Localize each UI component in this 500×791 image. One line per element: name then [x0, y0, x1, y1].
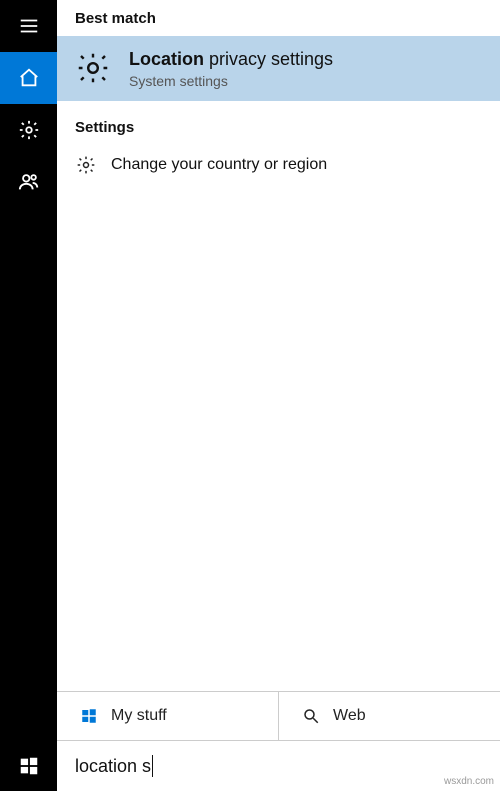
search-input-row[interactable]: location s	[57, 741, 500, 791]
people-icon	[18, 171, 40, 193]
settings-result-item[interactable]: Change your country or region	[57, 146, 500, 184]
gear-icon	[18, 119, 40, 141]
hamburger-icon	[18, 15, 40, 37]
nav-home[interactable]	[0, 52, 57, 104]
best-match-result[interactable]: Location privacy settings System setting…	[57, 36, 500, 101]
gear-icon	[75, 50, 111, 86]
nav-hamburger[interactable]	[0, 0, 57, 52]
search-scope-row: My stuff Web	[57, 691, 500, 741]
settings-result-label: Change your country or region	[111, 156, 327, 174]
search-results-panel: Best match Location privacy settings Sys…	[57, 0, 500, 791]
start-button[interactable]	[0, 741, 57, 791]
windows-icon	[79, 706, 99, 726]
search-icon	[301, 706, 321, 726]
settings-section-header: Settings	[57, 105, 500, 146]
nav-sidebar	[0, 0, 57, 791]
watermark-text: wsxdn.com	[444, 776, 494, 787]
text-caret	[152, 755, 153, 777]
home-icon	[18, 67, 40, 89]
scope-web-label: Web	[333, 707, 366, 725]
gear-icon	[75, 154, 97, 176]
scope-my-stuff-button[interactable]: My stuff	[57, 692, 278, 740]
nav-settings[interactable]	[0, 104, 57, 156]
best-match-header: Best match	[57, 0, 500, 36]
search-input-text: location s	[75, 756, 151, 777]
nav-people[interactable]	[0, 156, 57, 208]
best-match-subtitle: System settings	[129, 73, 333, 89]
best-match-title: Location privacy settings	[129, 48, 333, 71]
windows-icon	[18, 755, 40, 777]
scope-my-stuff-label: My stuff	[111, 707, 167, 725]
scope-web-button[interactable]: Web	[278, 692, 500, 740]
